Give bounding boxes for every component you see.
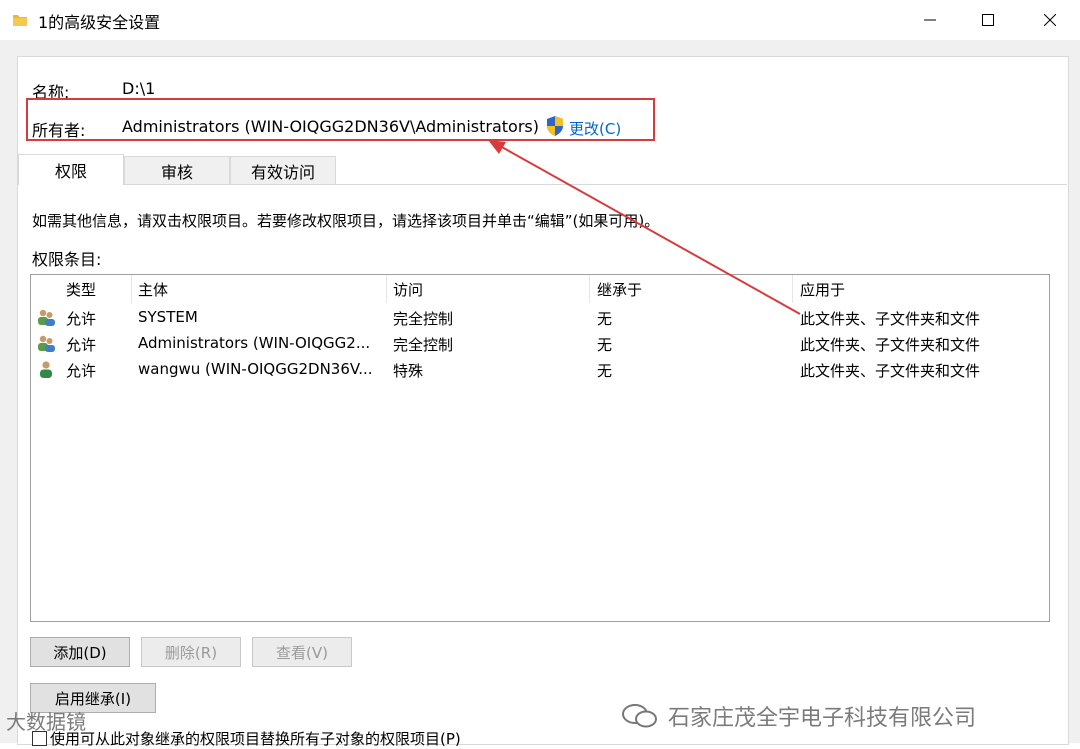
column-separator[interactable] <box>131 275 132 303</box>
wechat-icon <box>622 704 657 728</box>
close-icon <box>1044 14 1056 26</box>
row-type: 允许 <box>66 362 97 380</box>
column-applies-to[interactable]: 应用于 <box>800 279 845 300</box>
row-applies: 此文件夹、子文件夹和文件 <box>800 336 981 354</box>
group-users-icon <box>38 335 55 352</box>
hint-text: 如需其他信息，请双击权限项目。若要修改权限项目，请选择该项目并单击“编辑”(如果… <box>32 212 660 230</box>
window-title: 1的高级安全设置 <box>38 13 161 32</box>
column-separator[interactable] <box>589 275 590 303</box>
table-row[interactable]: 允许 wangwu (WIN-OIQGG2DN36V... 特殊 无 此文件夹、… <box>31 356 1049 382</box>
row-access: 特殊 <box>393 362 424 380</box>
folder-icon <box>13 15 27 26</box>
row-access: 完全控制 <box>393 310 454 328</box>
watermark-left: 大数据镜 <box>6 710 86 734</box>
tab-permissions[interactable]: 权限 <box>18 154 124 185</box>
change-owner-link[interactable]: 更改(C) <box>569 118 621 139</box>
uac-shield-icon <box>547 116 563 136</box>
maximize-button[interactable] <box>958 0 1018 40</box>
row-type: 允许 <box>66 310 97 328</box>
column-separator[interactable] <box>792 275 793 303</box>
minimize-icon <box>924 19 936 21</box>
remove-button[interactable]: 删除(R) <box>141 637 241 667</box>
column-type[interactable]: 类型 <box>66 279 96 300</box>
replace-child-permissions-label: 使用可从此对象继承的权限项目替换所有子对象的权限项目(P) <box>50 730 461 748</box>
tab-strip-line <box>17 184 1067 185</box>
add-button[interactable]: 添加(D) <box>30 637 130 667</box>
row-applies: 此文件夹、子文件夹和文件 <box>800 362 981 380</box>
maximize-icon <box>982 14 994 26</box>
entries-label: 权限条目: <box>32 250 102 269</box>
close-button[interactable] <box>1020 0 1080 40</box>
column-separator[interactable] <box>386 275 387 303</box>
row-type: 允许 <box>66 336 97 354</box>
owner-label: 所有者: <box>32 121 86 140</box>
row-access: 完全控制 <box>393 336 454 354</box>
row-inherited: 无 <box>597 336 613 354</box>
column-principal[interactable]: 主体 <box>138 279 168 300</box>
permission-entries-list[interactable]: 类型 主体 访问 继承于 应用于 允许 SYSTEM 完全控制 无 此文件夹、子… <box>30 274 1050 622</box>
group-users-icon <box>38 309 55 326</box>
column-inherited-from[interactable]: 继承于 <box>597 279 642 300</box>
column-access[interactable]: 访问 <box>393 279 423 300</box>
name-value: D:\1 <box>122 79 156 98</box>
watermark-right: 石家庄茂全宇电子科技有限公司 <box>668 706 977 731</box>
row-principal: SYSTEM <box>138 308 198 326</box>
table-row[interactable]: 允许 SYSTEM 完全控制 无 此文件夹、子文件夹和文件 <box>31 304 1049 330</box>
minimize-button[interactable] <box>900 0 960 40</box>
owner-value: Administrators (WIN-OIQGG2DN36V\Administ… <box>122 117 539 136</box>
tab-auditing[interactable]: 审核 <box>124 156 230 184</box>
row-principal: Administrators (WIN-OIQGG2... <box>138 334 371 352</box>
view-button[interactable]: 查看(V) <box>252 637 352 667</box>
single-user-icon <box>40 361 52 378</box>
row-principal: wangwu (WIN-OIQGG2DN36V... <box>138 360 373 378</box>
table-row[interactable]: 允许 Administrators (WIN-OIQGG2... 完全控制 无 … <box>31 330 1049 356</box>
tab-effective-access[interactable]: 有效访问 <box>230 156 336 184</box>
title-bar: 1的高级安全设置 <box>0 0 1080 40</box>
row-inherited: 无 <box>597 362 613 380</box>
row-inherited: 无 <box>597 310 613 328</box>
row-applies: 此文件夹、子文件夹和文件 <box>800 310 981 328</box>
